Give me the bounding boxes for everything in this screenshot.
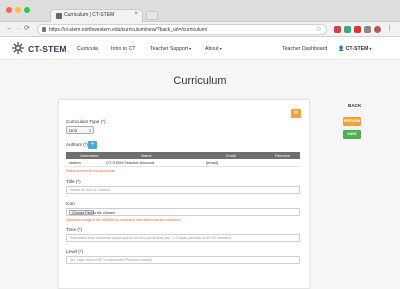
icon-file-input[interactable]: Choose File No file chosen	[66, 208, 300, 216]
chevron-down-icon: ▾	[369, 46, 372, 51]
nav-teacher-support[interactable]: Teacher Support▾	[150, 46, 191, 52]
back-link[interactable]: BACK	[348, 103, 361, 108]
url-text: https://ct-stem.northwestern.edu/curricu…	[49, 27, 208, 33]
column-header-name: Name	[141, 153, 152, 158]
title-bar: Curriculum | CT-STEM ×	[0, 0, 400, 22]
level-input[interactable]: (ex. high school AP or Advanced Physics …	[66, 256, 300, 264]
nav-about[interactable]: About▾	[205, 46, 222, 52]
file-status-text: No file chosen	[91, 210, 116, 215]
save-button[interactable]: SAVE	[343, 130, 361, 139]
time-input[interactable]: Estimated time students would spend on t…	[66, 234, 300, 242]
site-logo-text[interactable]: CT-STEM	[28, 44, 67, 54]
minimize-window-icon[interactable]	[15, 7, 21, 13]
address-bar[interactable]: https://ct-stem.northwestern.edu/curricu…	[37, 24, 327, 35]
nav-teacher-support-label: Teacher Support	[150, 46, 189, 52]
menu-dots-icon[interactable]: ⋮	[386, 25, 393, 33]
maximize-window-icon[interactable]	[24, 7, 30, 13]
authors-table-header: Username Name Email Remove	[66, 152, 300, 159]
icon-label: Icon	[66, 201, 75, 206]
lock-icon	[42, 27, 46, 32]
author-name: CT-STEM Teacher Account	[106, 160, 155, 165]
curriculum-type-label: Curriculum Type (*)	[66, 119, 106, 124]
browser-tab[interactable]: Curriculum | CT-STEM ×	[50, 9, 143, 22]
authors-help-text: Select authors for this curriculum	[66, 169, 116, 173]
column-header-username: Username	[80, 153, 99, 158]
add-author-button[interactable]: +	[88, 141, 97, 149]
page-title: Curriculum	[173, 75, 227, 87]
new-tab-button[interactable]	[146, 11, 158, 20]
title-input[interactable]: Name of Unit or Lesson	[66, 186, 300, 194]
nav-teacher-dashboard[interactable]: Teacher Dashboard	[282, 46, 327, 52]
preview-button[interactable]: PREVIEW	[343, 117, 361, 126]
tab-title: Curriculum | CT-STEM	[64, 12, 115, 18]
curriculum-type-select[interactable]: Unit ⇕	[66, 126, 94, 134]
reload-icon[interactable]: ⟳	[24, 25, 30, 33]
bookmark-star-icon[interactable]: ☆	[316, 25, 322, 33]
time-label: Time (*)	[66, 227, 83, 232]
nav-account-menu[interactable]: 👤 CT-STEM▾	[338, 46, 371, 52]
back-arrow-icon[interactable]: ←	[6, 25, 13, 33]
table-row: ctstem CT-STEM Teacher Account [email]	[66, 159, 300, 167]
nav-intro-to-ct[interactable]: Intro to CT	[111, 46, 136, 52]
author-username: ctstem	[69, 160, 81, 165]
icon-help-text: Upload an image in the 400x289 px resolu…	[66, 218, 181, 222]
column-header-email: Email	[226, 153, 237, 158]
tab-close-icon[interactable]: ×	[134, 11, 138, 17]
profile-avatar-icon[interactable]	[374, 26, 381, 33]
ct-stem-logo-icon[interactable]	[11, 41, 25, 55]
settings-gear-icon[interactable]: ⚙	[291, 109, 301, 118]
title-label: Title (*)	[66, 179, 81, 184]
select-arrows-icon: ⇕	[88, 128, 92, 133]
extension-icon[interactable]	[354, 26, 361, 33]
browser-window: Curriculum | CT-STEM × ← → ⟳ https://ct-…	[0, 0, 400, 289]
column-header-remove: Remove	[275, 153, 290, 158]
level-label: Level (*)	[66, 249, 84, 254]
close-window-icon[interactable]	[6, 7, 12, 13]
curriculum-type-value: Unit	[69, 128, 77, 133]
chevron-down-icon: ▾	[219, 46, 222, 51]
nav-account-label: CT-STEM	[345, 46, 369, 52]
extension-icon[interactable]	[344, 26, 351, 33]
nav-about-label: About	[205, 46, 219, 52]
authors-label: Authors (*)	[66, 142, 88, 147]
forward-arrow-icon[interactable]: →	[15, 25, 22, 33]
nav-curricula[interactable]: Curricula	[77, 46, 98, 52]
user-icon: 👤	[338, 46, 345, 52]
extension-icon[interactable]	[334, 26, 341, 33]
extension-icon[interactable]	[364, 26, 371, 33]
author-email: [email]	[206, 160, 218, 165]
favicon-icon	[56, 13, 62, 19]
chevron-down-icon: ▾	[189, 46, 192, 51]
